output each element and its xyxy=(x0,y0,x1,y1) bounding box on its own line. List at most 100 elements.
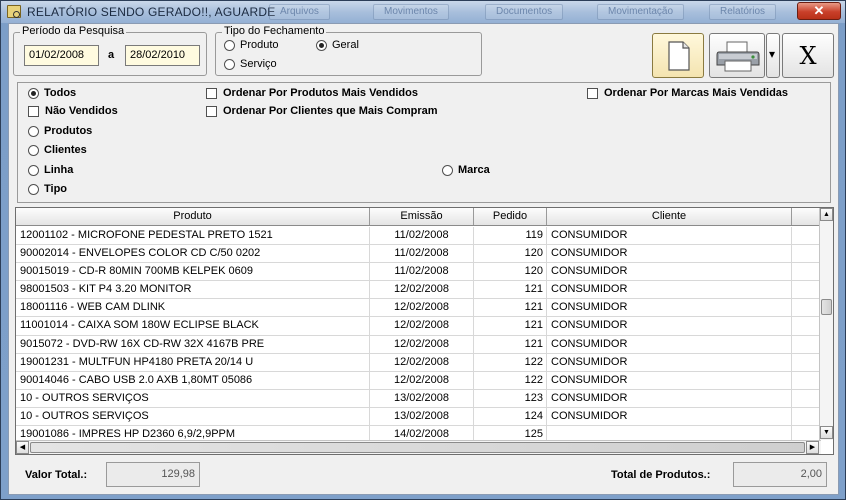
print-options-dropdown[interactable]: ▾ xyxy=(766,33,780,78)
radio-marca[interactable]: Marca xyxy=(442,164,490,176)
cell-pedido: 121 xyxy=(474,335,547,353)
radio-linha[interactable]: Linha xyxy=(28,164,73,176)
vertical-scrollbar[interactable]: ▲ ▼ xyxy=(819,208,833,440)
column-header-produto[interactable]: Produto xyxy=(16,208,370,225)
table-row[interactable]: 18001116 - WEB CAM DLINK 12/02/2008 121 CON… xyxy=(16,299,821,318)
checkbox-nao-vendidos[interactable]: Não Vendidos xyxy=(28,105,118,117)
radio-indicator xyxy=(28,183,39,195)
radio-indicator xyxy=(224,58,235,70)
period-legend: Período da Pesquisa xyxy=(20,25,127,37)
column-header-cliente[interactable]: Cliente xyxy=(547,208,792,225)
table-row[interactable]: 19001231 - MULTFUN HP4180 PRETA 20/14 U1… xyxy=(16,353,821,372)
checkbox-indicator xyxy=(206,105,217,117)
window-close-button[interactable]: ✕ xyxy=(797,2,841,20)
table-row[interactable]: 11001014 - CAIXA SOM 180W ECLIPSE BLACK 1… xyxy=(16,317,821,336)
chevron-down-icon: ▾ xyxy=(769,47,776,61)
cell-produto: 11001014 - CAIXA SOM 180W ECLIPSE BLACK xyxy=(16,317,370,335)
cell-emissao: 13/02/2008 xyxy=(370,407,474,426)
cell-emissao: 12/02/2008 xyxy=(370,299,474,317)
closing-type-group: Tipo do Fechamento Produto Geral Serviço xyxy=(215,25,482,76)
end-date-field[interactable]: 28/02/2010 xyxy=(125,45,200,66)
checkbox-label: Ordenar Por Produtos Mais Vendidos xyxy=(223,87,418,99)
radio-label: Produto xyxy=(240,39,279,51)
scroll-down-icon[interactable]: ▼ xyxy=(820,426,833,439)
radio-label: Marca xyxy=(458,164,490,176)
period-group: Período da Pesquisa 01/02/2008 a 28/02/2… xyxy=(13,25,207,76)
cell-produto: 9015072 - DVD-RW 16X CD-RW 32X 4167B PRE xyxy=(16,335,370,353)
cell-extra xyxy=(792,353,821,371)
checkbox-ordenar-clientes[interactable]: Ordenar Por Clientes que Mais Compram xyxy=(206,105,438,117)
table-row[interactable]: 98001503 - KIT P4 3.20 MONITOR 12/02/2008… xyxy=(16,281,821,300)
cell-cliente: CONSUMIDOR xyxy=(547,245,792,263)
cell-extra xyxy=(792,407,821,426)
start-date-field[interactable]: 01/02/2008 xyxy=(24,45,99,66)
radio-label: Tipo xyxy=(44,183,68,195)
radio-indicator xyxy=(316,39,327,51)
background-tab: Documentos xyxy=(485,4,564,20)
cell-pedido: 120 xyxy=(474,263,547,281)
scroll-left-icon[interactable]: ◀ xyxy=(16,441,29,454)
column-header-emissao[interactable]: Emissão xyxy=(370,208,474,225)
checkbox-ordenar-produtos[interactable]: Ordenar Por Produtos Mais Vendidos xyxy=(206,87,418,99)
cell-pedido: 120 xyxy=(474,245,547,263)
table-row[interactable]: 9015072 - DVD-RW 16X CD-RW 32X 4167B PRE… xyxy=(16,335,821,354)
cell-extra xyxy=(792,245,821,263)
cell-produto: 12001102 - MICROFONE PEDESTAL PRETO 1521 xyxy=(16,227,370,245)
cell-produto: 10 - OUTROS SERVIÇOS xyxy=(16,389,370,407)
cell-emissao: 12/02/2008 xyxy=(370,281,474,299)
table-row[interactable]: 90002014 - ENVELOPES COLOR CD C/50 0202 1… xyxy=(16,245,821,264)
cell-extra xyxy=(792,389,821,407)
radio-tipo[interactable]: Tipo xyxy=(28,183,67,195)
radio-produto[interactable]: Produto xyxy=(224,39,279,51)
cell-produto: 98001503 - KIT P4 3.20 MONITOR xyxy=(16,281,370,299)
table-row[interactable]: 90015019 - CD-R 80MIN 700MB KELPEK 0609 1… xyxy=(16,263,821,282)
scroll-up-icon[interactable]: ▲ xyxy=(820,208,833,221)
cell-pedido: 121 xyxy=(474,299,547,317)
cell-pedido: 119 xyxy=(474,227,547,245)
radio-indicator xyxy=(442,164,453,176)
document-icon xyxy=(667,41,691,74)
cell-pedido: 123 xyxy=(474,389,547,407)
checkbox-indicator xyxy=(206,87,217,99)
title-bar[interactable]: RELATÓRIO SENDO GERADO!!, AGUARDE Arquiv… xyxy=(1,1,845,23)
cell-emissao: 12/02/2008 xyxy=(370,371,474,389)
radio-indicator xyxy=(28,144,39,156)
radio-servico[interactable]: Serviço xyxy=(224,58,277,70)
radio-clientes[interactable]: Clientes xyxy=(28,144,87,156)
radio-todos[interactable]: Todos xyxy=(28,87,76,99)
cell-extra xyxy=(792,371,821,389)
cell-emissao: 12/02/2008 xyxy=(370,317,474,335)
column-header-extra[interactable] xyxy=(792,208,821,225)
sales-table[interactable]: Produto Emissão Pedido Cliente 12001102 … xyxy=(15,207,834,455)
cell-cliente: CONSUMIDOR xyxy=(547,353,792,371)
table-row[interactable]: 10 - OUTROS SERVIÇOS 13/02/2008 124 CONSUMI… xyxy=(16,407,821,427)
table-row[interactable]: 10 - OUTROS SERVIÇOS 13/02/2008 123 CONSUMI… xyxy=(16,389,821,408)
cell-pedido: 124 xyxy=(474,407,547,426)
cell-produto: 90015019 - CD-R 80MIN 700MB KELPEK 0609 xyxy=(16,263,370,281)
generate-report-button[interactable] xyxy=(652,33,704,78)
radio-label: Todos xyxy=(44,87,77,99)
window-title: RELATÓRIO SENDO GERADO!!, AGUARDE xyxy=(27,5,276,19)
checkbox-indicator xyxy=(587,87,598,99)
exit-button[interactable]: X xyxy=(782,33,834,78)
print-button[interactable] xyxy=(709,33,765,78)
checkbox-ordenar-marcas[interactable]: Ordenar Por Marcas Mais Vendidas xyxy=(587,87,788,99)
radio-indicator xyxy=(28,87,39,99)
horizontal-scrollbar[interactable]: ◀ ▶ xyxy=(16,440,821,454)
scroll-right-icon[interactable]: ▶ xyxy=(806,441,819,454)
closing-type-legend: Tipo do Fechamento xyxy=(222,25,327,37)
radio-geral[interactable]: Geral xyxy=(316,39,359,51)
background-tab: Movimentação xyxy=(597,4,685,20)
table-row[interactable]: 90014046 - CABO USB 2.0 AXB 1,80MT 05086… xyxy=(16,371,821,390)
cell-extra xyxy=(792,227,821,245)
cell-emissao: 12/02/2008 xyxy=(370,353,474,371)
radio-produtos[interactable]: Produtos xyxy=(28,125,92,137)
column-header-pedido[interactable]: Pedido xyxy=(474,208,547,225)
radio-indicator xyxy=(28,125,39,137)
cell-produto: 10 - OUTROS SERVIÇOS xyxy=(16,407,370,426)
table-row[interactable]: 12001102 - MICROFONE PEDESTAL PRETO 1521… xyxy=(16,227,821,246)
cell-emissao: 13/02/2008 xyxy=(370,389,474,407)
printer-icon xyxy=(716,41,760,76)
vertical-scroll-thumb[interactable] xyxy=(821,299,832,315)
horizontal-scroll-thumb[interactable] xyxy=(30,442,805,453)
